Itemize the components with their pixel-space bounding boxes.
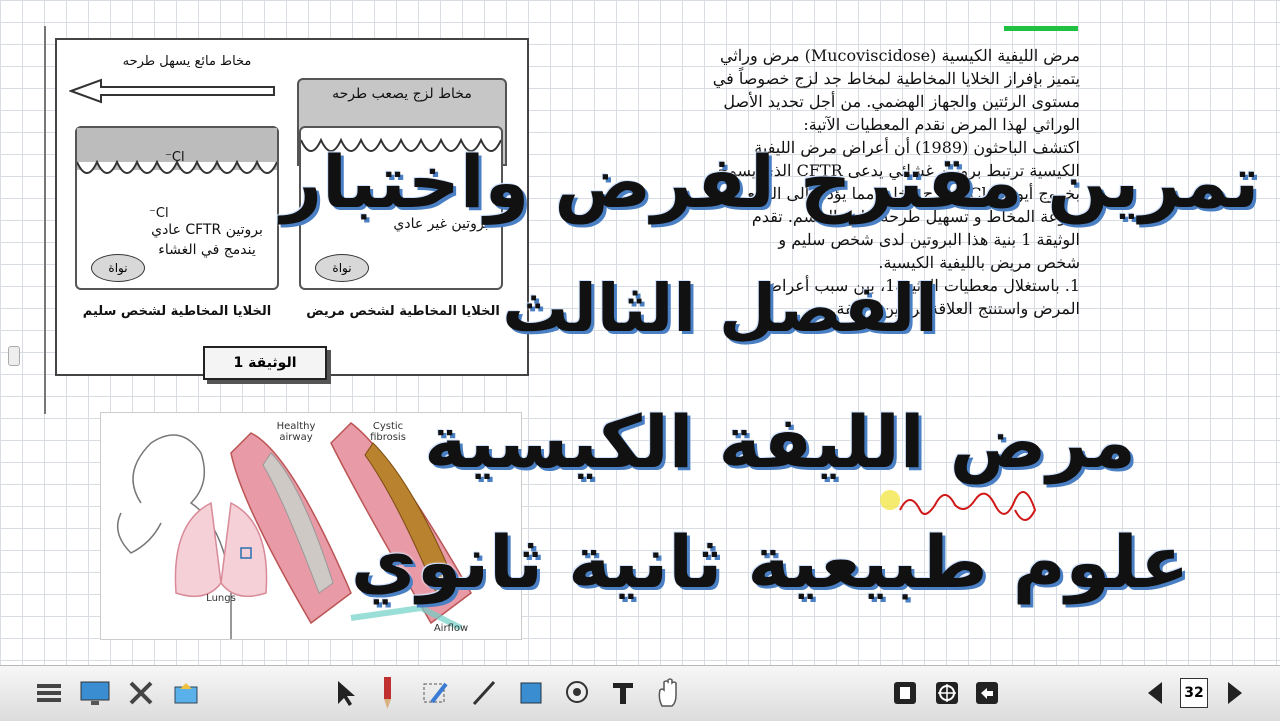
page-margin-rule (44, 26, 46, 414)
undo-icon[interactable] (968, 674, 1006, 712)
healthy-cells-caption: الخلايا المخاطية لشخص سليم (82, 304, 272, 319)
green-highlight-mark (1004, 26, 1078, 31)
previous-page-icon[interactable] (1136, 674, 1174, 712)
text-line: مستوى الرئتين والجهاز الهضمي. من أجل تحد… (723, 92, 1080, 111)
gallery-icon[interactable] (168, 674, 206, 712)
next-page-icon[interactable] (1216, 674, 1254, 712)
page-number[interactable]: 32 (1180, 678, 1208, 708)
side-panel-handle[interactable] (0, 296, 22, 436)
sick-mucus-label: مخاط لزج يصعب طرحه (332, 86, 472, 102)
tools-icon[interactable] (122, 674, 160, 712)
healthy-cell: Cl⁻ Cl⁻ بروتين CFTR عادي يندمج في الغشاء… (75, 126, 279, 290)
healthy-protein-label: بروتين CFTR عادي يندمج في الغشاء (151, 222, 263, 258)
bottom-toolbar: 32 (0, 665, 1280, 721)
flow-arrow-icon (69, 78, 275, 104)
overlay-title-subject: علوم طبيعية ثانية ثانوي (350, 520, 1190, 604)
grip-icon (8, 346, 20, 366)
magic-ink-icon[interactable] (558, 674, 596, 712)
chloride-label: Cl⁻ (149, 206, 169, 221)
delete-icon[interactable] (886, 674, 924, 712)
overlay-title-exercise: تمرين مقترح لفرض واختبار (280, 140, 1260, 224)
pen-icon[interactable] (368, 674, 406, 712)
text-icon[interactable] (604, 674, 642, 712)
select-icon[interactable] (326, 674, 364, 712)
nucleus: نواة (315, 254, 369, 282)
eraser-icon[interactable] (416, 674, 454, 712)
text-line: يتميز بإفراز الخلايا المخاطية لمخاط جد ل… (712, 69, 1080, 88)
line-icon[interactable] (464, 674, 502, 712)
screen-shade-icon[interactable] (928, 674, 966, 712)
airflow-label: Airflow (433, 623, 469, 634)
document-caption: الوثيقة 1 (203, 346, 327, 380)
healthy-airway-label: Healthy airway (276, 421, 316, 443)
overlay-title-chapter: الفصل الثالث (502, 270, 938, 347)
text-line: الوراثي لهذا المرض نقدم المعطيات الآتية: (803, 115, 1080, 134)
lungs-label: Lungs (206, 593, 236, 604)
healthy-arrow-label: مخاط مائع يسهل طرحه (122, 54, 252, 69)
hand-icon[interactable] (650, 674, 688, 712)
text-line: الوثيقة 1 بنية هذا البروتين لدى شخص سليم… (778, 230, 1080, 249)
menu-icon[interactable] (30, 674, 68, 712)
chloride-label: Cl⁻ (165, 150, 185, 165)
shape-icon[interactable] (512, 674, 550, 712)
display-icon[interactable] (76, 674, 114, 712)
whiteboard-canvas[interactable]: مخاط مائع يسهل طرحه مخاط لزج يصعب طرحه C… (0, 0, 1280, 683)
nucleus: نواة (91, 254, 145, 282)
text-line: مرض الليفية الكيسية (Mucoviscidose) مرض … (720, 46, 1080, 65)
overlay-title-disease: مرض الليفة الكيسية (424, 400, 1136, 484)
